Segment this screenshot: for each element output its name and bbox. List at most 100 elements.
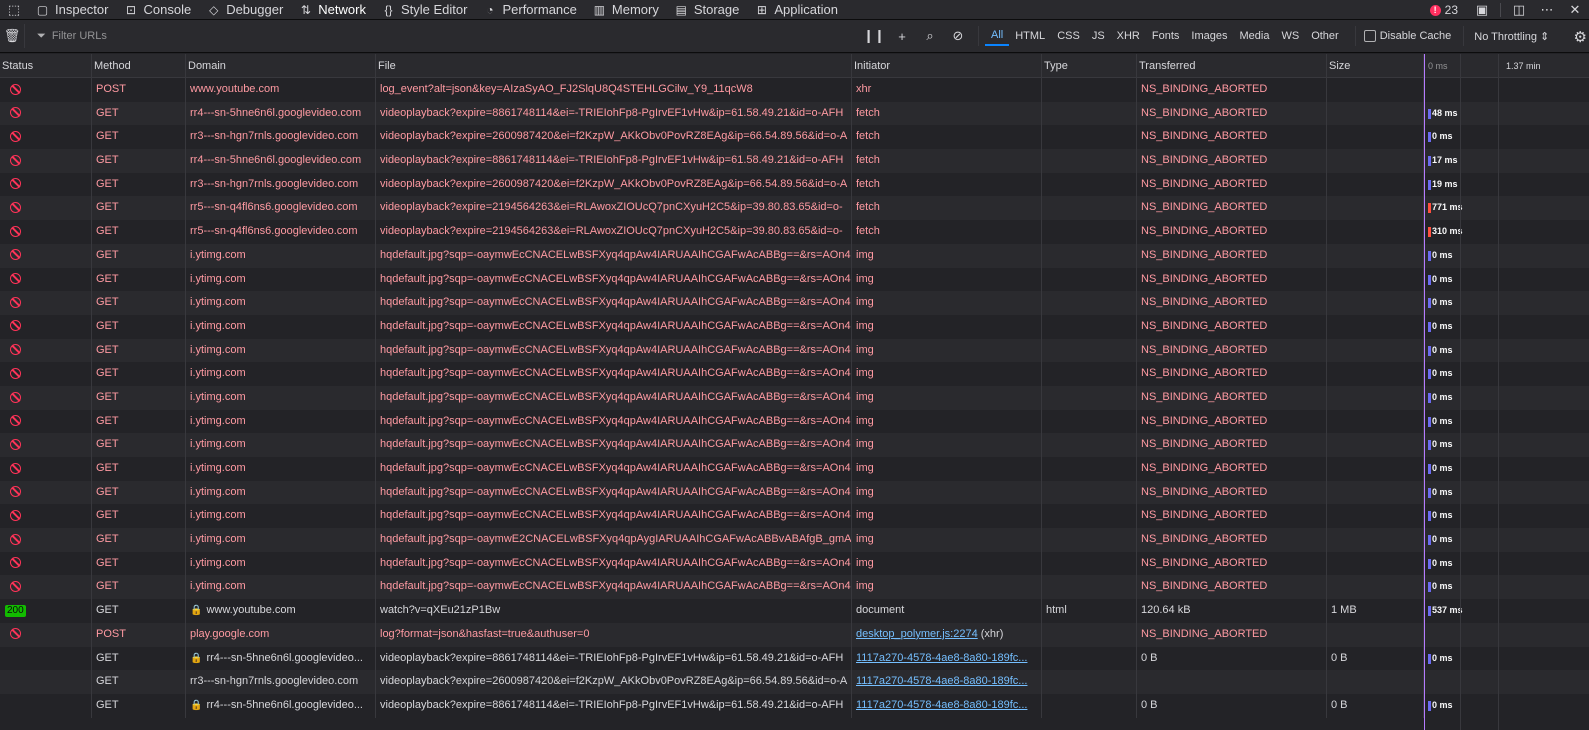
table-row[interactable]: GET i.ytimg.com hqdefault.jpg?sqp=-oaymwEc… <box>0 433 1589 457</box>
table-row[interactable]: GET rr5---sn-q4fl6ns6.googlevideo.com vide… <box>0 196 1589 221</box>
cell-file: hqdefault.jpg?sqp=-oaymwEcCNACELwBSFXyq4… <box>376 338 852 363</box>
filter-type-media[interactable]: Media <box>1233 26 1275 46</box>
table-row[interactable]: GET rr4---sn-5hne6n6l.googlevideo.com vide… <box>0 101 1589 126</box>
tab-style-editor[interactable]: {} Style Editor <box>374 0 475 20</box>
column-header-domain[interactable]: Domain <box>186 54 376 78</box>
close-icon[interactable]: ✕ <box>1561 2 1589 18</box>
cell-type <box>1042 291 1137 315</box>
split-console-icon[interactable]: ▣ <box>1468 2 1496 18</box>
filter-type-html[interactable]: HTML <box>1009 26 1051 46</box>
table-row[interactable]: GET rr3---sn-hgn7rnls.googlevideo.com vide… <box>0 125 1589 150</box>
table-row[interactable]: GET i.ytimg.com hqdefault.jpg?sqp=-oaymwEc… <box>0 314 1589 339</box>
cell-type <box>1042 457 1137 481</box>
table-row[interactable]: GET rr5---sn-q4fl6ns6.googlevideo.com vide… <box>0 220 1589 244</box>
table-row[interactable]: GET 🔒 rr4---sn-5hne6n6l.googlevideo... vide… <box>0 646 1589 671</box>
table-row[interactable]: GET i.ytimg.com hqdefault.jpg?sqp=-oaymwEc… <box>0 291 1589 315</box>
table-row[interactable]: GET rr3---sn-hgn7rnls.googlevideo.com vide… <box>0 172 1589 197</box>
cell-domain: i.ytimg.com <box>186 480 376 505</box>
column-header-method[interactable]: Method <box>92 54 186 78</box>
table-row[interactable]: GET i.ytimg.com hqdefault.jpg?sqp=-oaymwEc… <box>0 551 1589 576</box>
waterfall-time: 19 ms <box>1432 178 1458 189</box>
column-header-initiator[interactable]: Initiator <box>852 54 1042 78</box>
table-row[interactable]: GET i.ytimg.com hqdefault.jpg?sqp=-oaymwEc… <box>0 457 1589 481</box>
cell-status <box>0 172 92 197</box>
initiator-link[interactable]: 1117a270-4578-4ae8-8a80-189fc... <box>856 652 1027 664</box>
cell-domain: rr5---sn-q4fl6ns6.googlevideo.com <box>186 196 376 221</box>
cell-type <box>1042 172 1137 197</box>
blocked-icon <box>10 83 21 95</box>
column-header-waterfall[interactable]: 0 ms 1.37 min <box>1424 54 1589 78</box>
column-header-type[interactable]: Type <box>1042 54 1137 78</box>
cell-initiator: img <box>852 267 1042 292</box>
cell-type <box>1042 338 1137 363</box>
table-row[interactable]: GET 🔒 rr4---sn-5hne6n6l.googlevideo... vide… <box>0 693 1589 718</box>
more-options-icon[interactable]: ⋯ <box>1533 2 1561 18</box>
blocked-icon <box>10 367 21 379</box>
filter-type-other[interactable]: Other <box>1305 26 1345 46</box>
clear-requests-icon[interactable]: 🗑 <box>0 28 24 44</box>
blocked-icon <box>10 178 21 190</box>
element-picker-icon[interactable]: ⬚ <box>0 0 28 20</box>
pause-icon[interactable]: ❙❙ <box>860 28 888 44</box>
filter-type-all[interactable]: All <box>985 26 1010 46</box>
table-row[interactable]: GET i.ytimg.com hqdefault.jpg?sqp=-oaymwEc… <box>0 338 1589 363</box>
column-header-status[interactable]: Status <box>0 54 92 78</box>
tab-debugger[interactable]: ◇ Debugger <box>199 0 291 20</box>
table-row[interactable]: GET i.ytimg.com hqdefault.jpg?sqp=-oaymwEc… <box>0 480 1589 505</box>
filter-urls-input[interactable] <box>51 30 752 42</box>
add-request-icon[interactable]: + <box>888 29 916 44</box>
filter-type-js[interactable]: JS <box>1086 26 1111 46</box>
waterfall-dom-content-loaded-line <box>1424 54 1425 730</box>
tab-network[interactable]: ⇅ Network <box>291 0 374 20</box>
search-icon[interactable]: ⌕ <box>916 28 944 44</box>
throttling-select[interactable]: No Throttling ⇕ <box>1463 26 1549 46</box>
error-count-badge[interactable]: ! 23 <box>1429 3 1458 17</box>
cell-waterfall <box>1424 623 1589 647</box>
cell-domain: rr4---sn-5hne6n6l.googlevideo.com <box>186 149 376 173</box>
tab-label: Application <box>774 2 838 17</box>
table-row[interactable]: 200 GET 🔒 www.youtube.com watch?v=qXEu21zP1B… <box>0 599 1589 623</box>
cell-waterfall: 537 ms <box>1424 599 1589 623</box>
cell-file: hqdefault.jpg?sqp=-oaymwEcCNACELwBSFXyq4… <box>376 362 852 386</box>
table-row[interactable]: GET i.ytimg.com hqdefault.jpg?sqp=-oaymwEc… <box>0 267 1589 292</box>
table-row[interactable]: GET i.ytimg.com hqdefault.jpg?sqp=-oaymwEc… <box>0 385 1589 410</box>
style-editor-icon: {} <box>384 2 393 17</box>
table-row[interactable]: GET i.ytimg.com hqdefault.jpg?sqp=-oaymwE2… <box>0 528 1589 552</box>
table-row[interactable]: GET i.ytimg.com hqdefault.jpg?sqp=-oaymwEc… <box>0 504 1589 529</box>
domain-text: i.ytimg.com <box>190 438 246 451</box>
table-row[interactable]: GET rr4---sn-5hne6n6l.googlevideo.com vide… <box>0 149 1589 173</box>
filter-type-ws[interactable]: WS <box>1275 26 1305 46</box>
table-row[interactable]: POST www.youtube.com log_event?alt=json&ke… <box>0 78 1589 102</box>
block-requests-icon[interactable]: ⊘ <box>944 28 972 44</box>
disable-cache-toggle[interactable]: Disable Cache <box>1354 26 1451 46</box>
tab-performance[interactable]: ◔ Performance <box>475 0 584 20</box>
table-row[interactable]: POST play.google.com log?format=json&hasfa… <box>0 622 1589 647</box>
filter-type-css[interactable]: CSS <box>1051 26 1086 46</box>
column-header-size[interactable]: Size <box>1327 54 1424 78</box>
filter-type-images[interactable]: Images <box>1185 26 1233 46</box>
table-row[interactable]: GET i.ytimg.com hqdefault.jpg?sqp=-oaymwEc… <box>0 362 1589 386</box>
filter-type-fonts[interactable]: Fonts <box>1146 26 1186 46</box>
table-row[interactable]: GET rr3---sn-hgn7rnls.googlevideo.com vide… <box>0 670 1589 694</box>
initiator-link[interactable]: 1117a270-4578-4ae8-8a80-189fc... <box>856 675 1027 687</box>
filter-type-xhr[interactable]: XHR <box>1111 26 1146 46</box>
tab-application[interactable]: ⊞ Application <box>747 0 846 20</box>
tab-console[interactable]: ⊡ Console <box>116 0 199 20</box>
initiator-link[interactable]: desktop_polymer.js:2274 <box>856 628 978 640</box>
disable-cache-checkbox[interactable] <box>1363 30 1376 42</box>
table-row[interactable]: GET i.ytimg.com hqdefault.jpg?sqp=-oaymwEc… <box>0 575 1589 600</box>
initiator-link[interactable]: 1117a270-4578-4ae8-8a80-189fc... <box>856 699 1027 711</box>
table-row[interactable]: GET i.ytimg.com hqdefault.jpg?sqp=-oaymwEc… <box>0 243 1589 268</box>
column-header-file[interactable]: File <box>376 54 852 78</box>
tab-storage[interactable]: ▤ Storage <box>667 0 748 20</box>
domain-text: rr4---sn-5hne6n6l.googlevideo.com <box>190 154 362 167</box>
table-row[interactable]: GET i.ytimg.com hqdefault.jpg?sqp=-oaymwEc… <box>0 409 1589 434</box>
tab-memory[interactable]: ▥ Memory <box>585 0 667 20</box>
waterfall-time: 0 ms <box>1432 368 1453 379</box>
dock-side-icon[interactable]: ◫ <box>1505 2 1533 18</box>
tab-inspector[interactable]: ▢ Inspector <box>28 0 116 20</box>
column-header-transferred[interactable]: Transferred <box>1137 54 1327 78</box>
domain-text: i.ytimg.com <box>190 533 246 546</box>
cell-transferred: 0 B <box>1137 693 1327 718</box>
gear-icon[interactable]: ⚙ <box>1574 28 1587 46</box>
